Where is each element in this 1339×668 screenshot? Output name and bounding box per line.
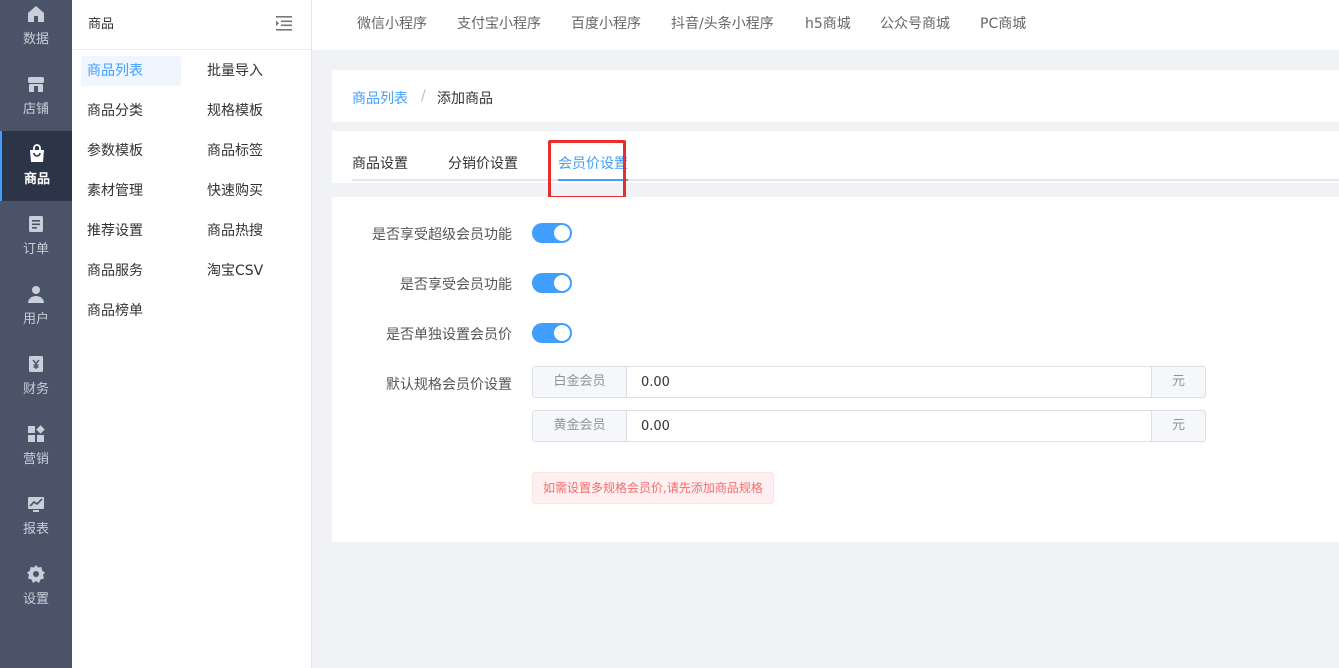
gold-member-prefix: 黄金会员: [532, 410, 626, 442]
sub-menu-title: 商品: [88, 17, 115, 32]
menu-collapse-icon[interactable]: [276, 15, 292, 31]
settings-tabs: 商品设置 分销价设置 会员价设置: [332, 131, 1339, 199]
nav-label: 报表: [22, 522, 49, 537]
nav-label: 设置: [22, 592, 49, 607]
platform-tab-bar: 微信小程序 支付宝小程序 百度小程序 抖音/头条小程序 h5商城 公众号商城 P…: [312, 0, 1339, 50]
nav-item-settings[interactable]: 设置: [0, 560, 72, 630]
submenu-item-material[interactable]: 素材管理: [81, 176, 181, 206]
shopping-bag-icon: [30, 144, 44, 162]
multi-spec-warning-tip: 如需设置多规格会员价,请先添加商品规格: [532, 472, 774, 504]
platform-tab-baidu[interactable]: 百度小程序: [571, 13, 641, 33]
platinum-member-prefix: 白金会员: [532, 366, 626, 398]
submenu-item-goods-ranking[interactable]: 商品榜单: [81, 296, 181, 326]
switch-knob: [554, 225, 570, 241]
nav-item-reports[interactable]: 报表: [0, 490, 72, 560]
submenu-item-recommend[interactable]: 推荐设置: [81, 216, 181, 246]
platinum-price-group: 白金会员 元: [532, 366, 1206, 398]
member-price-form: 是否享受超级会员功能 是否享受会员功能 是否单独设置会员价 默认规格会员价设置 …: [332, 197, 1339, 542]
platinum-unit-suffix: 元: [1152, 366, 1206, 398]
member-switch[interactable]: [532, 273, 572, 293]
breadcrumb-separator: /: [421, 88, 426, 104]
breadcrumb-link-goods-list[interactable]: 商品列表: [352, 88, 408, 108]
tab-goods-settings[interactable]: 商品设置: [352, 153, 408, 173]
separate-price-switch[interactable]: [532, 323, 572, 343]
nav-item-data[interactable]: 数据: [0, 0, 72, 70]
platform-tab-h5[interactable]: h5商城: [805, 13, 851, 33]
nav-item-goods[interactable]: 商品: [0, 131, 72, 201]
annotation-highlight-box: [548, 140, 626, 199]
gold-unit-suffix: 元: [1152, 410, 1206, 442]
submenu-item-taobao-csv[interactable]: 淘宝CSV: [201, 256, 301, 286]
switch-knob: [554, 275, 570, 291]
tab-distribution-price[interactable]: 分销价设置: [448, 153, 518, 173]
gold-price-group: 黄金会员 元: [532, 410, 1206, 442]
separate-price-label: 是否单独设置会员价: [386, 327, 512, 343]
platform-tab-wechat[interactable]: 微信小程序: [357, 13, 427, 33]
default-spec-price-label: 默认规格会员价设置: [386, 377, 512, 393]
platform-tab-pc[interactable]: PC商城: [980, 13, 1026, 33]
marketing-icon: [28, 425, 45, 442]
nav-label: 商品: [23, 172, 50, 187]
tabs-divider: [352, 179, 1339, 181]
submenu-item-param-template[interactable]: 参数模板: [81, 136, 181, 166]
submenu-item-goods-list[interactable]: 商品列表: [81, 56, 181, 86]
nav-item-finance[interactable]: 财务: [0, 350, 72, 420]
finance-icon: [29, 356, 43, 372]
submenu-item-goods-tags[interactable]: 商品标签: [201, 136, 301, 166]
submenu-item-goods-category[interactable]: 商品分类: [81, 96, 181, 126]
nav-label: 店铺: [22, 102, 49, 117]
store-icon: [28, 77, 44, 92]
submenu-item-goods-service[interactable]: 商品服务: [81, 256, 181, 286]
main-nav: 数据 店铺 商品 订单 用户 财务 营销 报表 设置: [0, 0, 72, 668]
breadcrumb-current: 添加商品: [437, 91, 493, 107]
nav-label: 订单: [22, 242, 49, 257]
nav-item-marketing[interactable]: 营销: [0, 420, 72, 490]
submenu-item-hot-search[interactable]: 商品热搜: [201, 216, 301, 246]
platinum-price-input[interactable]: [626, 366, 1152, 398]
nav-item-store[interactable]: 店铺: [0, 70, 72, 140]
gold-price-input[interactable]: [626, 410, 1152, 442]
nav-label: 营销: [22, 452, 49, 467]
nav-label: 用户: [22, 312, 49, 327]
nav-item-users[interactable]: 用户: [0, 280, 72, 350]
platform-tab-douyin[interactable]: 抖音/头条小程序: [671, 13, 774, 33]
platform-tab-official-account[interactable]: 公众号商城: [880, 13, 950, 33]
report-icon: [28, 497, 44, 512]
user-icon: [28, 286, 44, 303]
sub-menu-header: 商品: [72, 0, 311, 50]
super-member-switch[interactable]: [532, 223, 572, 243]
nav-item-orders[interactable]: 订单: [0, 210, 72, 280]
member-label: 是否享受会员功能: [400, 277, 512, 293]
nav-label: 数据: [22, 32, 49, 47]
submenu-item-quick-buy[interactable]: 快速购买: [201, 176, 301, 206]
platform-tab-alipay[interactable]: 支付宝小程序: [457, 13, 541, 33]
nav-label: 财务: [22, 382, 49, 397]
submenu-item-spec-template[interactable]: 规格模板: [201, 96, 301, 126]
sub-menu: 商品 商品列表 商品分类 参数模板 素材管理 推荐设置 商品服务 商品榜单 批量…: [72, 0, 312, 668]
switch-knob: [554, 325, 570, 341]
home-icon: [28, 6, 44, 22]
submenu-item-batch-import[interactable]: 批量导入: [201, 56, 301, 86]
super-member-label: 是否享受超级会员功能: [372, 227, 512, 243]
breadcrumb: 商品列表 / 添加商品: [332, 70, 1339, 122]
order-icon: [29, 216, 43, 232]
gear-icon: [27, 565, 45, 583]
